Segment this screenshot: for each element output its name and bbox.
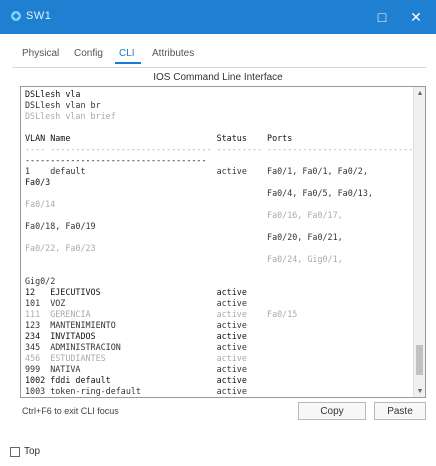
focus-hint: Ctrl+F6 to exit CLI focus <box>22 406 119 416</box>
console-line: DSLlesh vlan br <box>25 100 101 110</box>
console-line: Fa0/3 <box>25 177 51 187</box>
console-line: 111 GERENCIA active Fa0/15 <box>25 309 298 319</box>
window-title: SW1 <box>26 10 52 22</box>
console-line: 1004 fddinet-default active <box>25 397 423 398</box>
active-tab-indicator <box>115 62 141 64</box>
console-line: 456 ESTUDIANTES active <box>25 353 247 363</box>
console-output[interactable]: DSLlesh vla DSLlesh vlan br DSLlesh vlan b… <box>25 89 424 398</box>
tab-cli[interactable]: CLI <box>119 48 135 59</box>
console-line: 999 NATIVA active <box>25 364 247 374</box>
console-line: Fa0/18, Fa0/19 <box>25 221 96 231</box>
console-scrollbar[interactable]: ▲ ▼ <box>413 87 425 397</box>
top-label: Top <box>24 446 41 457</box>
console-line: 345 ADMINISTRACION active <box>25 342 247 352</box>
tab-config[interactable]: Config <box>74 48 103 59</box>
cli-console[interactable]: DSLlesh vla DSLlesh vlan br DSLlesh vlan b… <box>20 86 426 398</box>
title-bar: SW1 □ ✕ <box>0 0 436 34</box>
console-line: Fa0/22, Fa0/23 <box>25 243 96 253</box>
console-line: 1002 fddi default active <box>25 375 247 385</box>
console-line: 1 default active Fa0/1, Fa0/1, Fa0/2, <box>25 166 368 176</box>
tab-attributes[interactable]: Attributes <box>152 48 194 59</box>
console-line: 12 EJECUTIVOS active <box>25 287 247 297</box>
console-line: 234 INVITADOS active <box>25 331 247 341</box>
console-line: 1003 token-ring-default active <box>25 386 247 396</box>
console-line: 101 VOZ active <box>25 298 247 308</box>
console-line: Fa0/16, Fa0/17, <box>25 210 343 220</box>
tab-physical[interactable]: Physical <box>22 48 59 59</box>
scrollbar-thumb[interactable] <box>416 345 423 375</box>
panel-title: IOS Command Line Interface <box>153 72 283 83</box>
console-line: Fa0/24, Gig0/1, <box>25 254 343 264</box>
paste-button[interactable]: Paste <box>374 402 426 420</box>
console-line: DSLlesh vlan brief <box>25 111 116 121</box>
app-icon <box>11 11 21 21</box>
copy-button[interactable]: Copy <box>298 402 366 420</box>
tab-divider <box>12 67 426 68</box>
console-line: Gig0/2 <box>25 276 56 286</box>
console-line: Fa0/14 <box>25 199 56 209</box>
console-line: DSLlesh vla <box>25 89 81 99</box>
console-line: Fa0/20, Fa0/21, <box>25 232 343 242</box>
tab-bar: Physical Config CLI Attributes <box>0 40 436 66</box>
console-line: ------------------------------------ <box>25 155 207 165</box>
maximize-button[interactable]: □ <box>372 7 392 27</box>
console-line: VLAN Name Status Ports <box>25 133 293 143</box>
top-checkbox[interactable] <box>10 446 20 457</box>
scroll-up-icon[interactable]: ▲ <box>414 87 425 99</box>
scroll-down-icon[interactable]: ▼ <box>414 385 425 397</box>
top-option[interactable]: Top <box>10 446 40 457</box>
close-button[interactable]: ✕ <box>406 7 426 27</box>
console-line: ---- -------------------------------- --… <box>25 144 424 154</box>
console-line: Fa0/4, Fa0/5, Fa0/13, <box>25 188 373 198</box>
console-line: 123 MANTENIMIENTO active <box>25 320 247 330</box>
